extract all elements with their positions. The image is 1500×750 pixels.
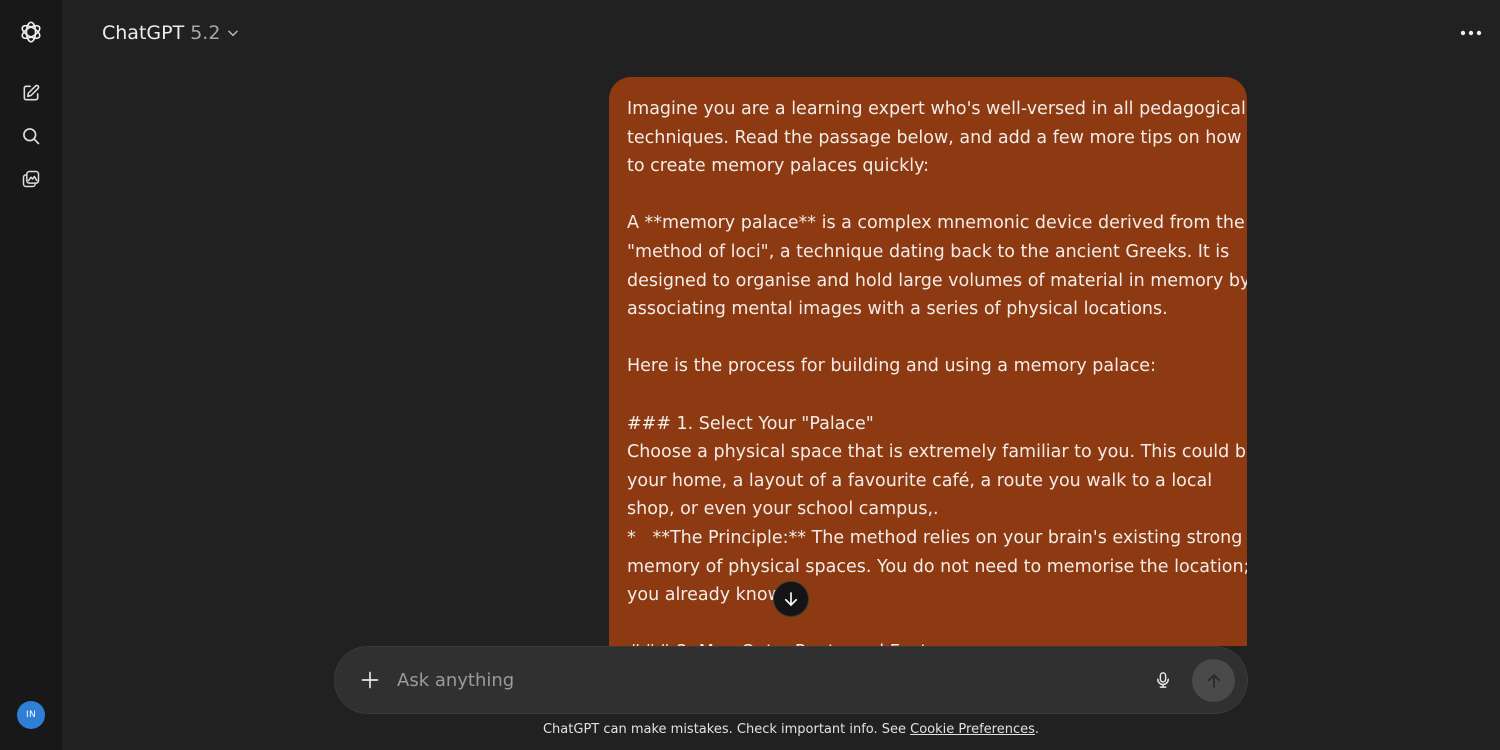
model-name: ChatGPT [102,22,185,44]
user-message-text: Imagine you are a learning expert who's … [627,95,1247,646]
user-message-bubble: Imagine you are a learning expert who's … [609,77,1247,646]
ellipsis-icon [1460,30,1482,36]
avatar-initials: IN [26,710,36,720]
arrow-down-icon [784,592,798,606]
message-line: ### 1. Select Your "Palace" [627,413,874,434]
message-line [627,324,1229,353]
message-line: Imagine you are a learning expert who's … [627,99,1246,119]
chat-app: IN ChatGPT 5.2 Imagine you are a learnin… [0,0,1500,750]
disclaimer: ChatGPT can make mistakes. Check importa… [0,722,1500,737]
message-line [627,181,1229,210]
model-version: 5.2 [190,22,221,44]
message-composer [335,647,1247,713]
new-chat-icon[interactable] [14,76,48,110]
message-line [627,381,1229,410]
message-line: memory of physical spaces. You do not ne… [627,556,1247,577]
prompt-input[interactable] [397,664,1117,696]
microphone-icon [1157,672,1169,688]
library-icon[interactable] [14,162,48,196]
add-attachment-button[interactable] [353,663,387,697]
arrow-up-icon [1207,673,1220,688]
send-button[interactable] [1192,659,1235,702]
message-line: your home, a layout of a favourite café,… [627,470,1213,491]
openai-logo-icon[interactable] [14,15,48,49]
message-line: "method of loci", a technique dating bac… [627,241,1230,262]
message-line: associating mental images with a series … [627,299,1168,320]
message-line: Choose a physical space that is extremel… [627,442,1247,463]
message-line: designed to organise and hold large volu… [627,270,1247,291]
plus-icon [361,671,379,689]
dictate-button[interactable] [1147,664,1179,696]
message-line: ### 2. Map Out a Route and Features [627,638,1229,646]
message-line: Here is the process for building and usi… [627,356,1156,377]
model-selector-button[interactable]: ChatGPT 5.2 [94,16,248,50]
message-line: A **memory palace** is a complex mnemoni… [627,213,1245,234]
message-line [627,610,1229,639]
message-line: * **The Principle:** The method relies o… [627,527,1243,548]
cookie-preferences-link[interactable]: Cookie Preferences [910,722,1035,737]
sidebar-rail: IN [0,0,62,750]
disclaimer-text: ChatGPT can make mistakes. Check importa… [542,722,911,737]
message-line: to create memory palaces quickly: [627,156,930,177]
disclaimer-suffix: . [1034,722,1040,737]
scroll-to-bottom-button[interactable] [773,581,809,617]
message-line: you already know it. [627,585,805,606]
search-icon[interactable] [14,119,48,153]
more-options-button[interactable] [1452,18,1490,48]
message-line: shop, or even your school campus,. [627,499,939,520]
chevron-down-icon [228,30,239,37]
conversation-area: Imagine you are a learning expert who's … [62,60,1500,646]
message-line: techniques. Read the passage below, and … [627,127,1242,148]
